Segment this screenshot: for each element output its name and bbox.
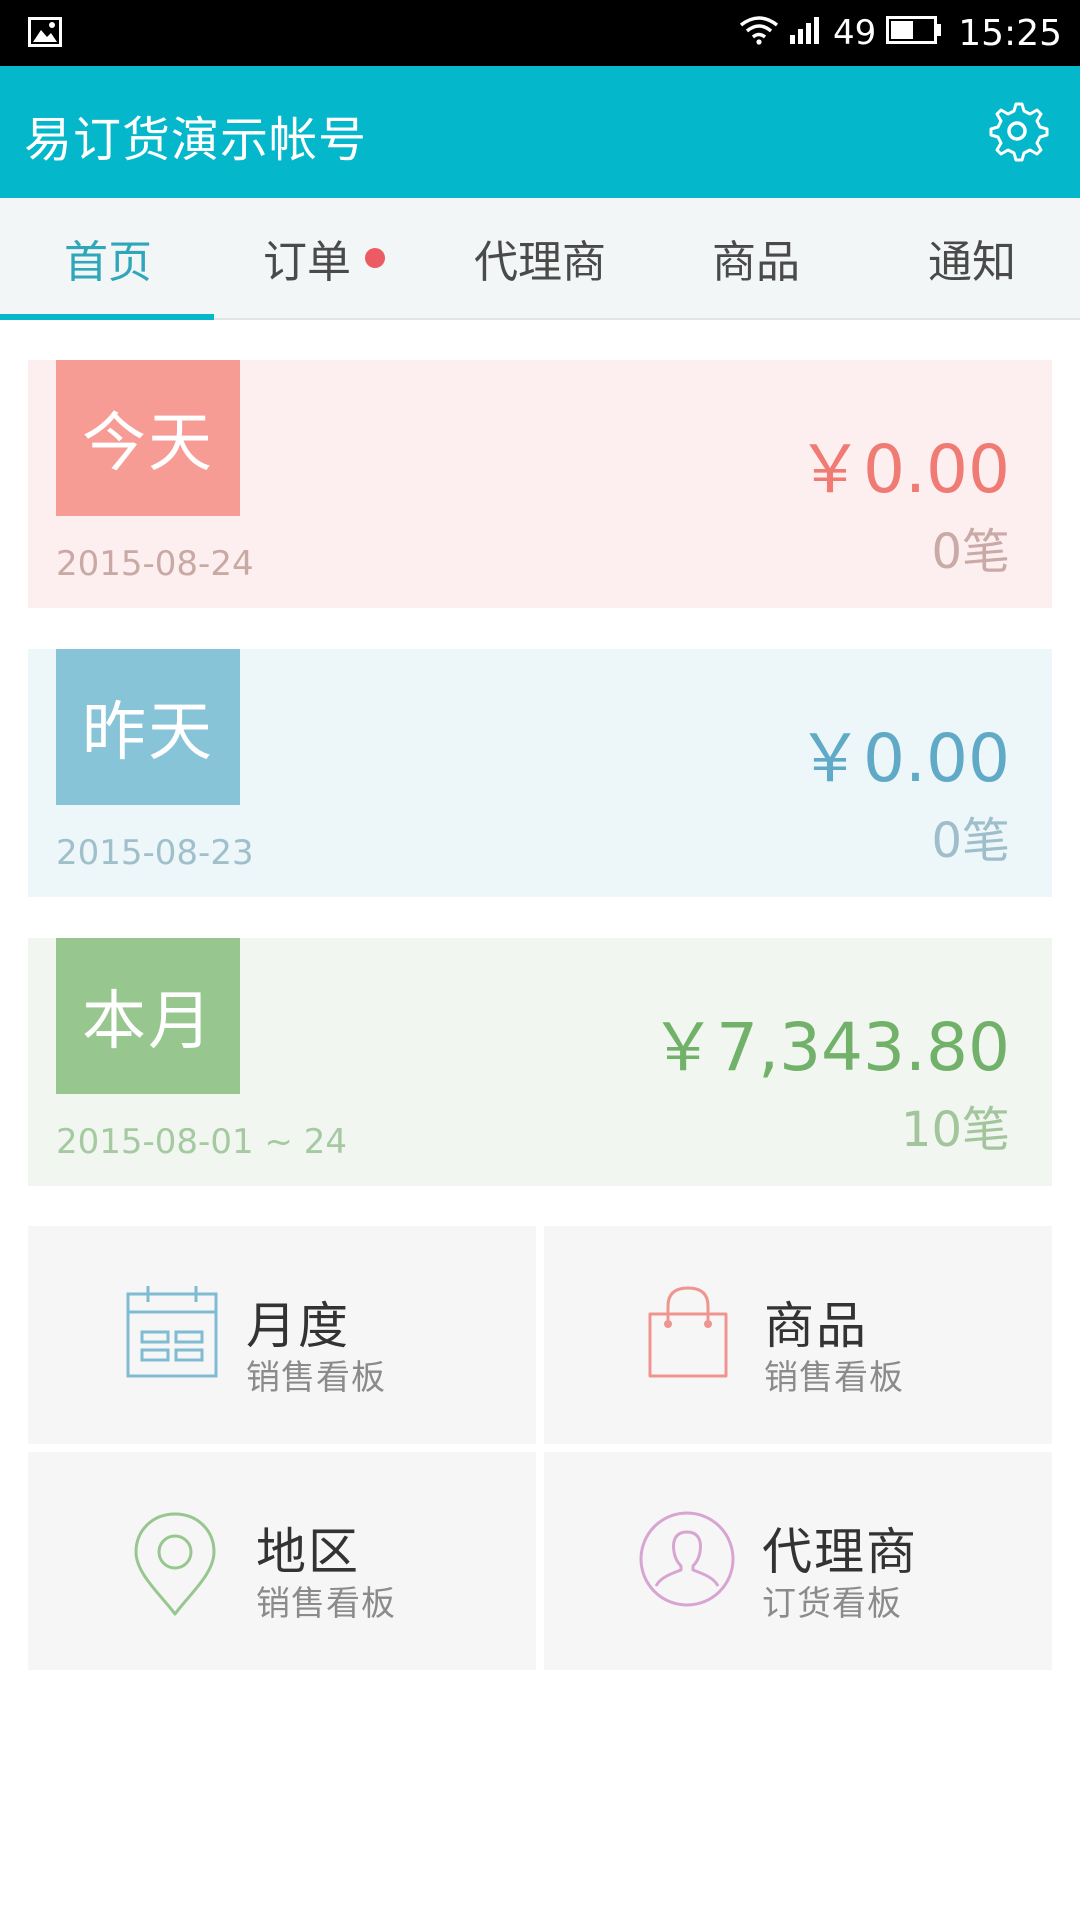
tile-title: 月度	[246, 1297, 350, 1355]
month-tag: 本月	[56, 938, 240, 1094]
tab-notifications-label: 通知	[928, 237, 1016, 288]
today-order-count: 0笔	[931, 524, 1010, 580]
tab-agents-label: 代理商	[474, 237, 606, 288]
tile-subtitle: 销售看板	[764, 1358, 904, 1398]
location-pin-icon	[134, 1512, 216, 1616]
tab-products[interactable]: 商品	[648, 198, 864, 318]
month-amount: ￥7,343.80	[650, 1009, 1010, 1086]
yesterday-amount: ￥0.00	[797, 720, 1010, 797]
person-icon	[639, 1511, 735, 1607]
tab-products-label: 商品	[712, 237, 800, 288]
today-date: 2015-08-24	[56, 544, 254, 584]
settings-button[interactable]	[984, 98, 1050, 164]
tile-title: 代理商	[762, 1523, 918, 1581]
tile-subtitle: 销售看板	[256, 1584, 396, 1624]
status-bar: 49 15:25	[0, 0, 1080, 66]
battery-percent: 49	[832, 13, 877, 53]
gear-icon	[989, 102, 1049, 162]
battery-icon	[886, 13, 942, 54]
tab-home[interactable]: 首页	[0, 198, 216, 320]
tab-agents[interactable]: 代理商	[432, 198, 648, 318]
month-order-count: 10笔	[900, 1102, 1010, 1158]
tile-title: 商品	[764, 1297, 868, 1355]
tab-bar: 首页 订单 代理商 商品 通知	[0, 198, 1080, 320]
app-title: 易订货演示帐号	[24, 112, 368, 168]
tab-orders-label: 订单	[263, 237, 351, 288]
month-summary-card[interactable]: 本月 2015-08-01 ~ 24 ￥7,343.80 10笔	[28, 938, 1052, 1186]
monthly-sales-dashboard-tile[interactable]: 月度 销售看板	[28, 1226, 536, 1444]
tab-orders[interactable]: 订单	[216, 198, 432, 318]
image-icon	[28, 17, 62, 51]
yesterday-date: 2015-08-23	[56, 833, 254, 873]
product-sales-dashboard-tile[interactable]: 商品 销售看板	[544, 1226, 1052, 1444]
tab-notifications[interactable]: 通知	[864, 198, 1080, 318]
signal-icon	[789, 13, 823, 54]
month-date-range: 2015-08-01 ~ 24	[56, 1122, 347, 1162]
tile-subtitle: 销售看板	[246, 1358, 386, 1398]
tab-home-label: 首页	[64, 237, 152, 288]
today-tag: 今天	[56, 360, 240, 516]
yesterday-summary-card[interactable]: 昨天 2015-08-23 ￥0.00 0笔	[28, 649, 1052, 897]
today-summary-card[interactable]: 今天 2015-08-24 ￥0.00 0笔	[28, 360, 1052, 608]
agent-order-dashboard-tile[interactable]: 代理商 订货看板	[544, 1452, 1052, 1670]
wifi-icon	[739, 13, 779, 54]
region-sales-dashboard-tile[interactable]: 地区 销售看板	[28, 1452, 536, 1670]
calendar-icon	[126, 1286, 218, 1378]
tile-title: 地区	[256, 1523, 360, 1581]
yesterday-order-count: 0笔	[931, 813, 1010, 869]
clock: 15:25	[958, 12, 1062, 54]
today-amount: ￥0.00	[797, 431, 1010, 508]
tile-subtitle: 订货看板	[762, 1584, 902, 1624]
yesterday-tag: 昨天	[56, 649, 240, 805]
unread-badge	[365, 248, 385, 268]
shopping-bag-icon	[648, 1286, 728, 1378]
app-bar: 易订货演示帐号	[0, 66, 1080, 198]
